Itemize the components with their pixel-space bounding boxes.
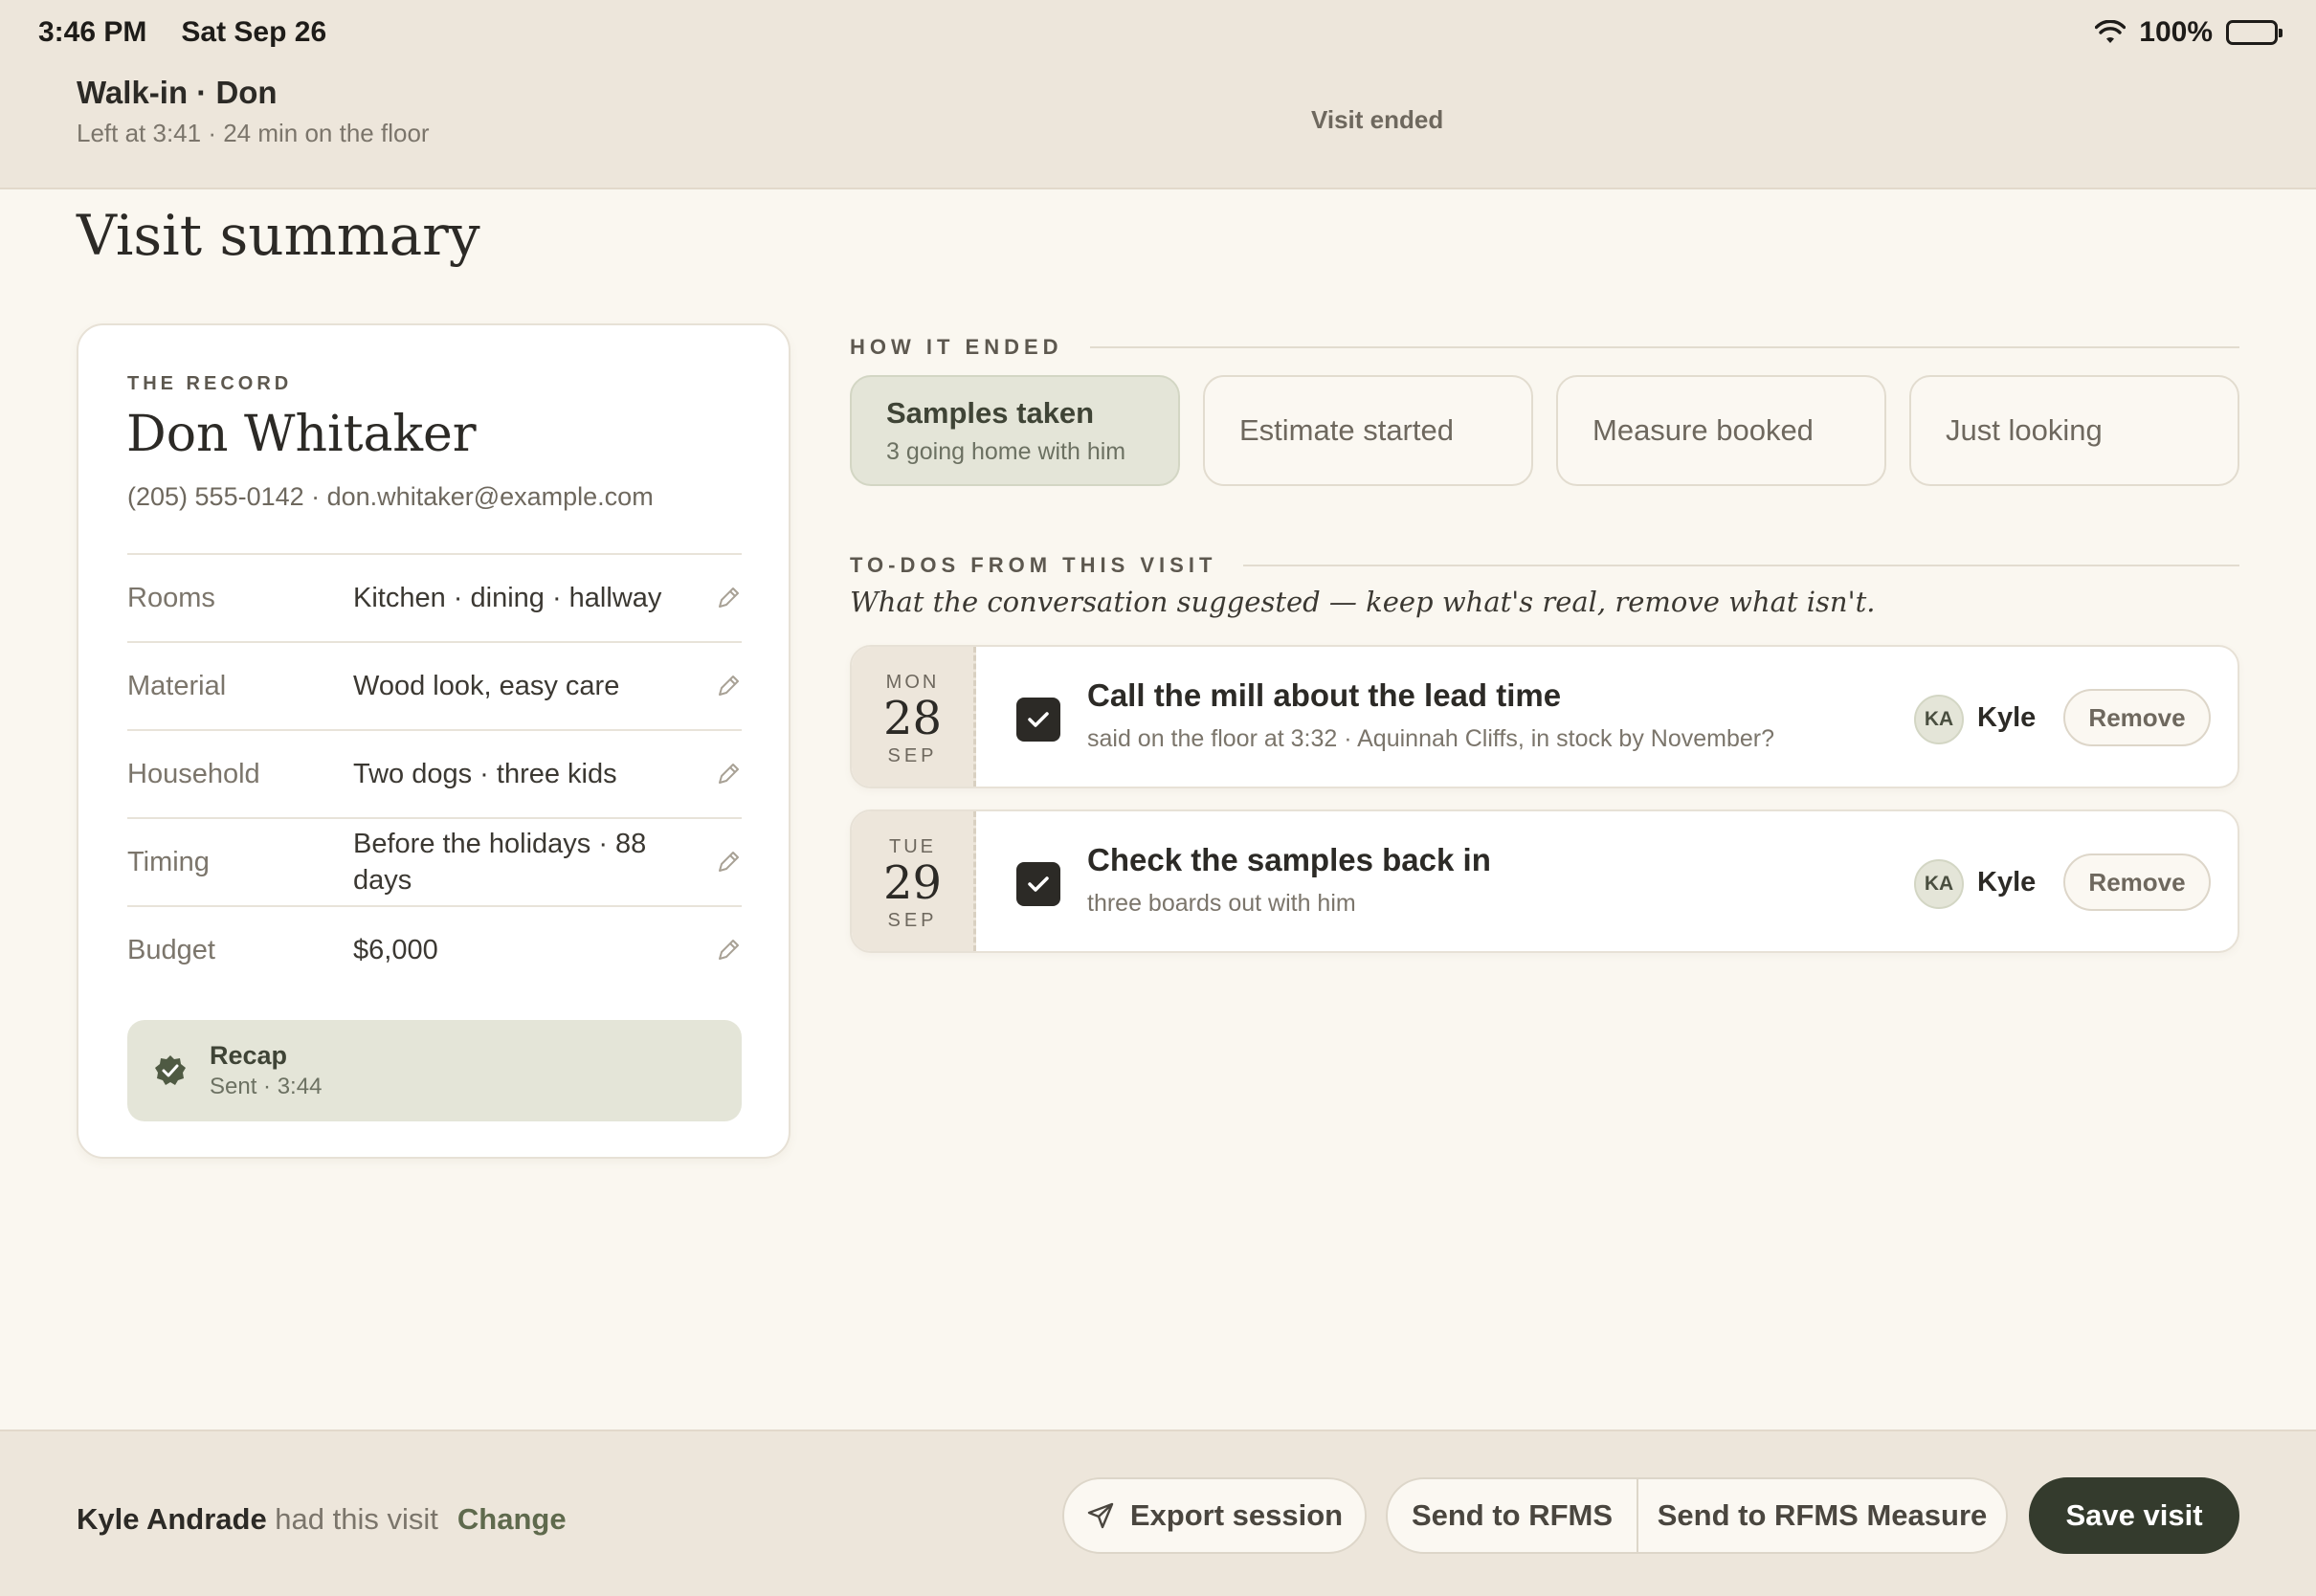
todo-detail: said on the floor at 3:32 · Aquinnah Cli…: [1087, 725, 1774, 752]
field-label: Rooms: [127, 582, 215, 613]
outcome-label: Measure booked: [1592, 413, 1814, 447]
checkmark-icon: [1028, 712, 1049, 727]
customer-name: Don Whitaker: [126, 406, 477, 463]
todos-header: TO-DOS FROM THIS VISIT: [850, 553, 2239, 578]
todo-title: Check the samples back in: [1087, 842, 1491, 877]
pencil-icon[interactable]: [715, 673, 742, 699]
visit-state: Visit ended: [1311, 105, 1444, 134]
todo-date: MON 28 SEP: [852, 647, 976, 787]
visit-owner: Kyle Andrade had this visit Change: [77, 1502, 567, 1537]
record-row-material: Material Wood look, easy care: [127, 641, 742, 729]
status-bar: 3:46 PM Sat Sep 26 100%: [38, 13, 2283, 52]
checkmark-icon: [1028, 876, 1049, 892]
export-session-button[interactable]: Export session: [1062, 1477, 1367, 1554]
owner-name: Kyle Andrade: [77, 1502, 267, 1536]
pencil-icon[interactable]: [715, 761, 742, 787]
pencil-icon[interactable]: [715, 849, 742, 876]
outcome-samples-taken[interactable]: Samples taken 3 going home with him: [850, 375, 1180, 486]
todo-item: MON 28 SEP Call the mill about the lead …: [850, 645, 2239, 788]
todo-item: TUE 29 SEP Check the samples back in thr…: [850, 809, 2239, 953]
wifi-icon: [2095, 20, 2127, 43]
pencil-icon[interactable]: [715, 585, 742, 611]
field-label: Budget: [127, 934, 215, 965]
how-it-ended-header: HOW IT ENDED: [850, 335, 2239, 360]
section-label: TO-DOS FROM THIS VISIT: [850, 553, 1217, 577]
page-title: Visit summary: [77, 203, 480, 268]
record-row-household: Household Two dogs · three kids: [127, 729, 742, 817]
todo-weekday: MON: [885, 672, 940, 693]
record-fields: Rooms Kitchen · dining · hallway Materia…: [127, 553, 742, 993]
todos-subheading: What the conversation suggested — keep w…: [850, 586, 1876, 618]
record-eyebrow: THE RECORD: [127, 373, 293, 394]
visit-subtitle: Left at 3:41 · 24 min on the floor: [77, 119, 430, 147]
divider: [1089, 346, 2239, 348]
todo-day: 29: [882, 856, 943, 910]
battery-percent: 100%: [2139, 16, 2213, 48]
verified-check-icon: [155, 1055, 186, 1085]
field-value: Before the holidays · 88 days: [353, 829, 647, 896]
visit-header: Walk-in · Don Left at 3:41 · 24 min on t…: [77, 75, 430, 148]
send-to-rfms-button[interactable]: Send to RFMS: [1386, 1477, 1638, 1554]
section-label: HOW IT ENDED: [850, 335, 1063, 359]
field-label: Material: [127, 670, 227, 701]
field-value: Kitchen · dining · hallway: [353, 583, 662, 613]
record-row-timing: Timing Before the holidays · 88 days: [127, 817, 742, 905]
todo-date: TUE 29 SEP: [852, 811, 976, 951]
record-row-budget: Budget $6,000: [127, 905, 742, 993]
avatar: KA: [1914, 695, 1964, 744]
field-value: Wood look, easy care: [353, 671, 620, 701]
battery-icon: [2226, 20, 2283, 45]
record-card: THE RECORD Don Whitaker (205) 555-0142 ·…: [77, 323, 791, 1159]
export-label: Export session: [1129, 1498, 1344, 1532]
todo-weekday: TUE: [889, 836, 936, 857]
todo-title: Call the mill about the lead time: [1087, 677, 1562, 713]
outcome-label: Just looking: [1946, 413, 2103, 447]
field-value: Two dogs · three kids: [353, 759, 617, 789]
record-row-rooms: Rooms Kitchen · dining · hallway: [127, 553, 742, 641]
change-owner-link[interactable]: Change: [457, 1502, 567, 1536]
recap-sent-time: Sent · 3:44: [210, 1074, 323, 1099]
todo-checkbox[interactable]: [1016, 862, 1060, 906]
field-value: $6,000: [353, 935, 438, 965]
todo-month: SEP: [887, 910, 938, 931]
remove-button[interactable]: Remove: [2063, 689, 2211, 746]
send-icon: [1087, 1502, 1114, 1529]
todo-owner: Kyle: [1977, 702, 2037, 733]
outcome-options: Samples taken 3 going home with him Esti…: [850, 375, 2239, 486]
bottom-action-bar: Kyle Andrade had this visit Change Export…: [0, 1430, 2316, 1596]
outcome-estimate-started[interactable]: Estimate started: [1203, 375, 1533, 486]
status-time: 3:46 PM: [38, 16, 147, 48]
send-to-rfms-measure-button[interactable]: Send to RFMS Measure: [1637, 1477, 2008, 1554]
todo-owner: Kyle: [1977, 867, 2037, 898]
recap-title: Recap: [210, 1041, 288, 1070]
field-label: Household: [127, 758, 260, 789]
save-visit-button[interactable]: Save visit: [2029, 1477, 2239, 1554]
customer-contact: (205) 555-0142 · don.whitaker@example.co…: [127, 482, 654, 511]
divider: [1243, 565, 2239, 566]
status-date: Sat Sep 26: [181, 16, 327, 48]
avatar: KA: [1914, 859, 1964, 909]
pencil-icon[interactable]: [715, 937, 742, 964]
recap-status: Recap Sent · 3:44: [127, 1020, 742, 1121]
outcome-sublabel: 3 going home with him: [886, 437, 1126, 465]
owner-suffix: had this visit: [266, 1502, 438, 1536]
field-label: Timing: [127, 846, 210, 877]
todo-day: 28: [882, 692, 943, 745]
todo-detail: three boards out with him: [1087, 890, 1356, 917]
remove-button[interactable]: Remove: [2063, 853, 2211, 911]
todo-month: SEP: [887, 745, 938, 766]
visit-title: Walk-in · Don: [77, 75, 278, 110]
outcome-just-looking[interactable]: Just looking: [1909, 375, 2239, 486]
outcome-label: Estimate started: [1239, 413, 1454, 447]
todo-checkbox[interactable]: [1016, 698, 1060, 742]
outcome-label: Samples taken: [886, 395, 1095, 430]
outcome-measure-booked[interactable]: Measure booked: [1556, 375, 1886, 486]
top-header: 3:46 PM Sat Sep 26 100% Walk-in · Don Le…: [0, 0, 2316, 189]
